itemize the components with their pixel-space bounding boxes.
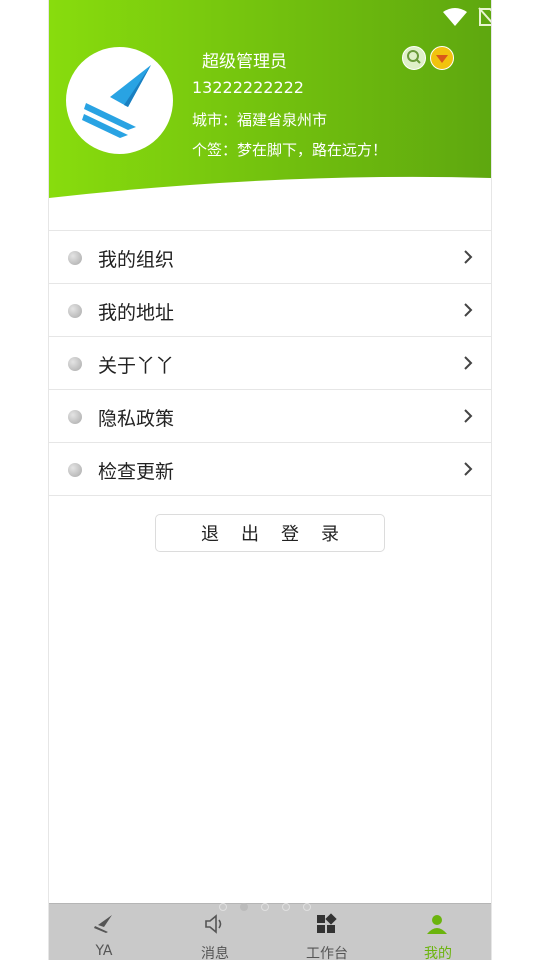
- chevron-right-icon: [464, 462, 473, 476]
- menu-item-label: 隐私政策: [98, 408, 175, 430]
- user-city: 城市：福建省泉州市: [192, 111, 328, 129]
- menu-item-label: 我的地址: [98, 302, 175, 324]
- page-dot: [261, 903, 269, 911]
- tab-label: 我的: [424, 946, 452, 960]
- grid-icon: [317, 913, 337, 933]
- user-name: 超级管理员: [202, 52, 287, 72]
- menu-item-organization[interactable]: 我的组织: [49, 231, 491, 284]
- page-dot-active: [240, 903, 248, 911]
- bullet-icon: [68, 304, 82, 318]
- chevron-right-icon: [464, 356, 473, 370]
- status-bar: 2: [442, 4, 491, 30]
- user-phone: 13222222222: [192, 78, 304, 97]
- settings-menu: 我的组织 我的地址 关于丫丫 隐私政策 检查更新: [49, 230, 491, 496]
- paper-plane-icon: [94, 915, 112, 933]
- chevron-right-icon: [464, 409, 473, 423]
- avatar[interactable]: [66, 47, 173, 154]
- tab-mine[interactable]: 我的: [388, 904, 488, 960]
- theme-icon[interactable]: [430, 46, 454, 70]
- profile-header: 2 超级管理员 13222222222 城市：福建省泉州市 个签：梦在脚下，路在…: [49, 0, 491, 205]
- page-dot: [219, 903, 227, 911]
- page-indicator: [219, 903, 311, 911]
- wifi-icon: [443, 8, 468, 26]
- menu-item-privacy[interactable]: 隐私政策: [49, 390, 491, 443]
- tab-label: 工作台: [306, 946, 348, 960]
- page-dot: [282, 903, 290, 911]
- search-icon[interactable]: [402, 46, 426, 70]
- tab-label: YA: [95, 943, 113, 959]
- speaker-icon: [205, 914, 222, 934]
- menu-item-label: 检查更新: [98, 461, 175, 483]
- bullet-icon: [68, 410, 82, 424]
- bottom-tab-bar: YA 消息 工作台 我的: [49, 903, 491, 960]
- tab-label: 消息: [201, 946, 229, 960]
- chevron-right-icon: [464, 303, 473, 317]
- menu-item-check-update[interactable]: 检查更新: [49, 443, 491, 496]
- bullet-icon: [68, 251, 82, 265]
- tab-ya[interactable]: YA: [54, 904, 154, 960]
- tab-workbench[interactable]: 工作台: [277, 904, 377, 960]
- menu-item-label: 我的组织: [98, 249, 175, 271]
- profile-screen: 2 超级管理员 13222222222 城市：福建省泉州市 个签：梦在脚下，路在…: [48, 0, 492, 960]
- no-sim-icon: [478, 7, 491, 26]
- chevron-right-icon: [464, 250, 473, 264]
- user-signature: 个签：梦在脚下，路在远方！: [192, 141, 388, 159]
- menu-item-address[interactable]: 我的地址: [49, 284, 491, 337]
- logout-button[interactable]: 退出登录: [155, 514, 385, 552]
- tab-messages[interactable]: 消息: [165, 904, 265, 960]
- app-logo-icon: [82, 65, 151, 138]
- menu-item-label: 关于丫丫: [98, 355, 175, 377]
- bullet-icon: [68, 357, 82, 371]
- menu-item-about[interactable]: 关于丫丫: [49, 337, 491, 390]
- page-dot: [303, 903, 311, 911]
- bullet-icon: [68, 463, 82, 477]
- person-icon: [427, 915, 447, 934]
